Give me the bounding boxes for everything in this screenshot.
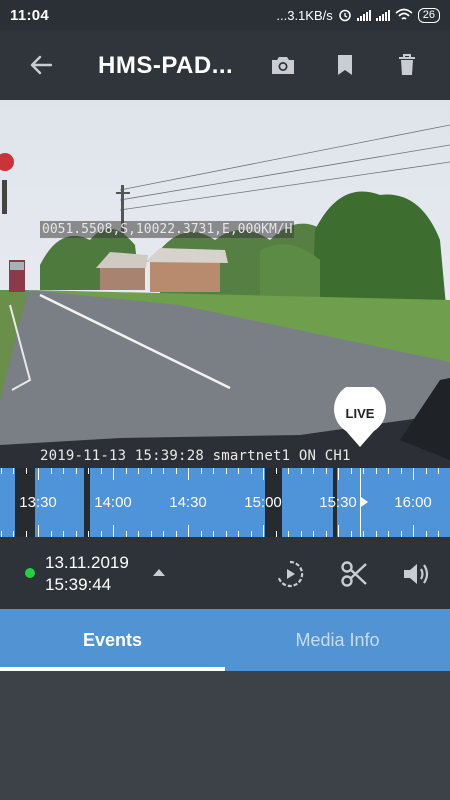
timeline-tick xyxy=(225,468,227,474)
timeline-tick xyxy=(88,468,89,474)
volume-button[interactable] xyxy=(398,557,434,591)
timeline-tick xyxy=(363,468,364,474)
timeline-scrubber[interactable]: 13:30 14:00 14:30 15:00 15:30 16:00 xyxy=(0,468,450,537)
playhead-arrow-icon xyxy=(361,497,368,507)
timeline-tick xyxy=(175,468,177,474)
battery-indicator: 26 xyxy=(417,7,440,23)
playback-controls: 13.11.2019 15:39:44 xyxy=(0,537,450,609)
status-icons: ...3.1KB/s 26 xyxy=(276,7,440,23)
timeline-tick xyxy=(413,525,414,537)
playback-time: 15:39:44 xyxy=(45,575,112,594)
timeline-tick xyxy=(400,468,402,474)
timeline-label: 13:30 xyxy=(19,494,57,511)
playback-speed-button[interactable] xyxy=(272,557,308,591)
timeline-tick xyxy=(375,468,377,474)
timeline-tick xyxy=(213,468,214,474)
timeline-tick xyxy=(388,468,389,474)
bookmark-button[interactable] xyxy=(328,50,362,80)
timeline-tick xyxy=(75,468,77,474)
camera-icon xyxy=(272,57,294,74)
back-arrow-icon xyxy=(30,55,52,75)
timeline-label: 16:00 xyxy=(394,494,432,511)
timeline-tick xyxy=(150,468,152,474)
timeline-tick xyxy=(238,468,239,474)
live-label: LIVE xyxy=(345,406,375,421)
app-toolbar: HMS-PAD... xyxy=(0,30,450,100)
timeline-tick xyxy=(0,468,2,474)
expand-up-icon xyxy=(153,569,165,576)
timeline-tick xyxy=(100,468,102,474)
events-panel xyxy=(0,671,450,800)
timeline-tick xyxy=(438,468,439,474)
timeline-tick xyxy=(325,468,327,474)
gps-overlay: 0051.5508,S,10022.3731,E,000KM/H xyxy=(40,221,295,238)
timeline-tick xyxy=(275,468,277,474)
wifi-icon xyxy=(395,8,413,20)
timeline-tick xyxy=(188,468,189,480)
page-title: HMS-PAD... xyxy=(98,52,234,79)
live-button[interactable]: LIVE xyxy=(332,387,388,447)
date-picker-toggle[interactable] xyxy=(148,563,170,581)
timeline-tick xyxy=(25,468,27,474)
timeline-label: 15:00 xyxy=(244,494,282,511)
bookmark-icon xyxy=(338,55,352,75)
timeline-tick xyxy=(263,468,264,480)
timeline-tick xyxy=(113,525,114,537)
timeline-label: 15:30 xyxy=(319,494,357,511)
back-button[interactable] xyxy=(24,50,58,80)
timeline-tick xyxy=(288,468,289,474)
app-root: 11:04 ...3.1KB/s 26 HMS-PAD... 0051.5508… xyxy=(0,0,450,800)
timeline-tick xyxy=(413,468,414,480)
tab-bar: Events Media Info xyxy=(0,609,450,671)
timeline-tick xyxy=(338,468,339,480)
timestamp-overlay: 2019-11-13 15:39:28 smartnet1 ON CH1 xyxy=(40,448,351,464)
timeline-label: 14:00 xyxy=(94,494,132,511)
timeline-tick xyxy=(300,468,302,474)
timeline-tick xyxy=(163,468,164,474)
timeline-tick xyxy=(338,525,339,537)
status-bar: 11:04 ...3.1KB/s 26 xyxy=(0,0,450,30)
timeline-tick xyxy=(188,525,189,537)
tab-label: Media Info xyxy=(295,629,380,650)
clip-button[interactable] xyxy=(336,557,372,591)
alarm-icon xyxy=(339,9,351,22)
timeline-tick xyxy=(38,525,39,537)
tab-events[interactable]: Events xyxy=(0,609,225,671)
timeline-tick xyxy=(350,468,352,474)
timeline-tick xyxy=(200,468,202,474)
timeline-tick xyxy=(263,525,264,537)
timeline-tick xyxy=(38,468,39,480)
snapshot-button[interactable] xyxy=(266,50,300,80)
signal-icon-2 xyxy=(375,9,390,21)
signal-icon-1 xyxy=(356,9,371,21)
timeline-label: 14:30 xyxy=(169,494,207,511)
timeline-tick xyxy=(138,468,139,474)
timeline-tick xyxy=(313,468,314,474)
tab-label: Events xyxy=(82,629,143,650)
connection-status-dot xyxy=(25,568,35,578)
playback-date: 13.11.2019 xyxy=(45,553,129,572)
playback-speed-icon xyxy=(277,560,304,588)
timeline-tick xyxy=(13,468,14,474)
tab-media-info[interactable]: Media Info xyxy=(225,609,450,671)
trash-icon xyxy=(399,54,415,75)
timeline-tick xyxy=(425,468,427,474)
delete-button[interactable] xyxy=(390,50,424,80)
status-time: 11:04 xyxy=(10,6,50,24)
timeline-tick xyxy=(113,468,114,480)
timeline-tick xyxy=(250,468,252,474)
timeline-tick xyxy=(50,468,52,474)
scissors-icon xyxy=(341,561,367,587)
net-speed: ...3.1KB/s xyxy=(276,7,333,23)
timeline-gap xyxy=(84,468,90,537)
volume-icon xyxy=(404,564,429,584)
timeline-tick xyxy=(63,468,64,474)
timeline-tick xyxy=(125,468,127,474)
